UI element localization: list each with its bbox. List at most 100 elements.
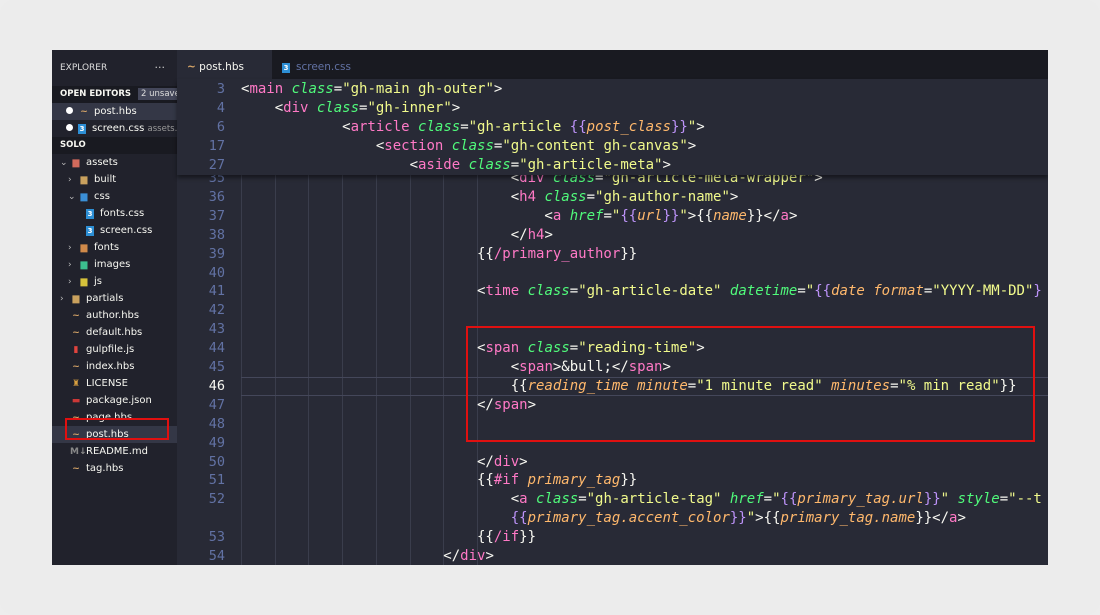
code-line[interactable]: </div> [241, 548, 494, 564]
chevron-right-icon[interactable]: › [60, 291, 70, 307]
folder-icon: ▆ [80, 175, 88, 185]
file-name: fonts.css [100, 208, 145, 219]
code-line[interactable]: <a href="{{url}}">{{name}}</a> [241, 208, 797, 224]
code-line[interactable]: {{#if primary_tag}} [241, 472, 637, 488]
tree-item-screen-css[interactable]: 3 screen.css [52, 222, 177, 239]
token-p: > [493, 81, 503, 97]
unsaved-dot-icon[interactable] [66, 107, 73, 114]
tree-item-partials[interactable]: › ▆ partials [52, 290, 177, 307]
tree-item-tag-hbs[interactable]: ~ tag.hbs [52, 460, 177, 477]
token-p: > [485, 548, 494, 564]
code-editor[interactable]: 3 <main class="gh-main gh-outer"> 4 <div cl… [177, 79, 1048, 565]
token-tag: a [780, 207, 789, 224]
token-str: " [687, 118, 697, 135]
open-editor-post-hbs[interactable]: ~ post.hbs [52, 103, 177, 120]
token-p: }} [620, 245, 638, 262]
project-section[interactable]: SOLO [52, 137, 177, 154]
hbs-icon: ~ [72, 311, 80, 321]
line-number: 38 [208, 226, 225, 243]
tree-item-images[interactable]: › ▆ images [52, 256, 177, 273]
explorer-title: EXPLORER [60, 63, 108, 73]
code-line[interactable]: <article class="gh-article {{post_class}… [241, 119, 705, 135]
token-p [460, 157, 468, 173]
token-p [561, 208, 569, 224]
hbs-icon: ~ [72, 362, 80, 372]
token-p: = [797, 283, 806, 300]
token-tag: aside [418, 156, 461, 173]
code-line[interactable]: {{/primary_author}} [241, 246, 637, 262]
file-name: js [94, 276, 102, 287]
code-line[interactable]: <a class="gh-article-tag" href="{{primar… [241, 491, 1042, 507]
folder-js-icon: ▆ [80, 277, 88, 287]
tree-item-built[interactable]: › ▆ built [52, 171, 177, 188]
tree-item-license[interactable]: ♜ LICENSE [52, 375, 177, 392]
chevron-right-icon[interactable]: › [68, 274, 78, 290]
file-name: LICENSE [86, 378, 128, 389]
token-p: = [510, 156, 520, 173]
code-line[interactable]: {{/if}} [241, 529, 536, 545]
token-str: "YYYY-MM-DD" [932, 283, 1034, 300]
unsaved-dot-icon[interactable] [66, 124, 73, 131]
token-str: "gh-article [468, 118, 570, 135]
tree-item-package-json[interactable]: ▬ package.json [52, 392, 177, 409]
line-number: 45 [208, 359, 225, 375]
tree-item-assets[interactable]: ⌄ ▆ assets [52, 154, 177, 171]
token-attr: href [569, 207, 604, 224]
token-p: > [788, 207, 798, 224]
sticky-scroll-header[interactable]: 3 <main class="gh-main gh-outer"> 4 <div cl… [177, 79, 1048, 175]
tree-item-default-hbs[interactable]: ~ default.hbs [52, 324, 177, 341]
token-p [865, 283, 873, 299]
chevron-right-icon[interactable]: › [68, 257, 78, 273]
line-number: 27 [208, 156, 225, 173]
code-line[interactable]: </h4> [241, 227, 553, 243]
token-p: > [544, 226, 553, 243]
token-attr: style [957, 491, 1000, 508]
tree-item-index-hbs[interactable]: ~ index.hbs [52, 358, 177, 375]
code-line[interactable]: <section class="gh-content gh-canvas"> [241, 138, 696, 154]
token-str: " [805, 283, 815, 300]
tree-item-js[interactable]: › ▆ js [52, 273, 177, 290]
line-number: 49 [208, 434, 225, 451]
tree-item-readme-md[interactable]: M↓README.md [52, 443, 177, 460]
tree-item-fonts[interactable]: › ▆ fonts [52, 239, 177, 256]
line-number: 3 [216, 81, 225, 97]
code-line[interactable]: <main class="gh-main gh-outer"> [241, 81, 502, 97]
vscode-window: EXPLORER ··· OPEN EDITORS 2 unsaved ~pos… [52, 50, 1048, 565]
open-editors-section[interactable]: OPEN EDITORS 2 unsaved [52, 86, 177, 103]
chevron-down-icon[interactable]: ⌄ [68, 189, 78, 205]
code-line[interactable]: <h4 class="gh-author-name"> [241, 188, 739, 205]
open-editor-screen-css[interactable]: 3 screen.css assets... [52, 120, 177, 137]
token-str: "gh-article-tag" [586, 491, 722, 508]
token-attr: class [418, 118, 461, 135]
code-line[interactable]: <aside class="gh-article-meta"> [241, 157, 671, 173]
token-p: = [333, 81, 343, 97]
file-name: css [94, 191, 110, 202]
code-line[interactable]: </div> [241, 454, 528, 470]
folder-assets-icon: ▆ [72, 158, 80, 168]
code-line[interactable]: <time class="gh-article-date" datetime="… [241, 283, 1042, 299]
token-var: primary_tag [527, 472, 621, 489]
line-number: 54 [208, 548, 225, 564]
code-line[interactable]: {{primary_tag.accent_color}}">{{primary_… [241, 510, 966, 526]
md-icon: M↓ [70, 447, 87, 457]
line-number: 44 [208, 340, 225, 357]
tree-item-author-hbs[interactable]: ~ author.hbs [52, 307, 177, 324]
line-number: 46 [208, 377, 225, 394]
token-tag: section [384, 137, 444, 154]
token-hb: }} [923, 491, 941, 508]
chevron-right-icon[interactable]: › [68, 172, 78, 188]
handlebars-icon: ~ [80, 107, 88, 117]
tree-item-fonts-css[interactable]: 3 fonts.css [52, 205, 177, 222]
more-actions-icon[interactable]: ··· [155, 50, 166, 86]
tree-item-css[interactable]: ⌄ ▆ css [52, 188, 177, 205]
chevron-right-icon[interactable]: › [68, 240, 78, 256]
token-attr: class [544, 188, 587, 205]
line-number: 47 [208, 396, 225, 413]
tree-item-gulpfile-js[interactable]: ▮ gulpfile.js [52, 341, 177, 358]
chevron-down-icon[interactable]: ⌄ [60, 155, 70, 171]
hbs-icon: ~ [72, 328, 80, 338]
token-hb: {{ [814, 283, 832, 300]
code-line[interactable]: <div class="gh-inner"> [241, 100, 461, 116]
file-name: images [94, 259, 131, 270]
token-attr: class [527, 283, 570, 300]
